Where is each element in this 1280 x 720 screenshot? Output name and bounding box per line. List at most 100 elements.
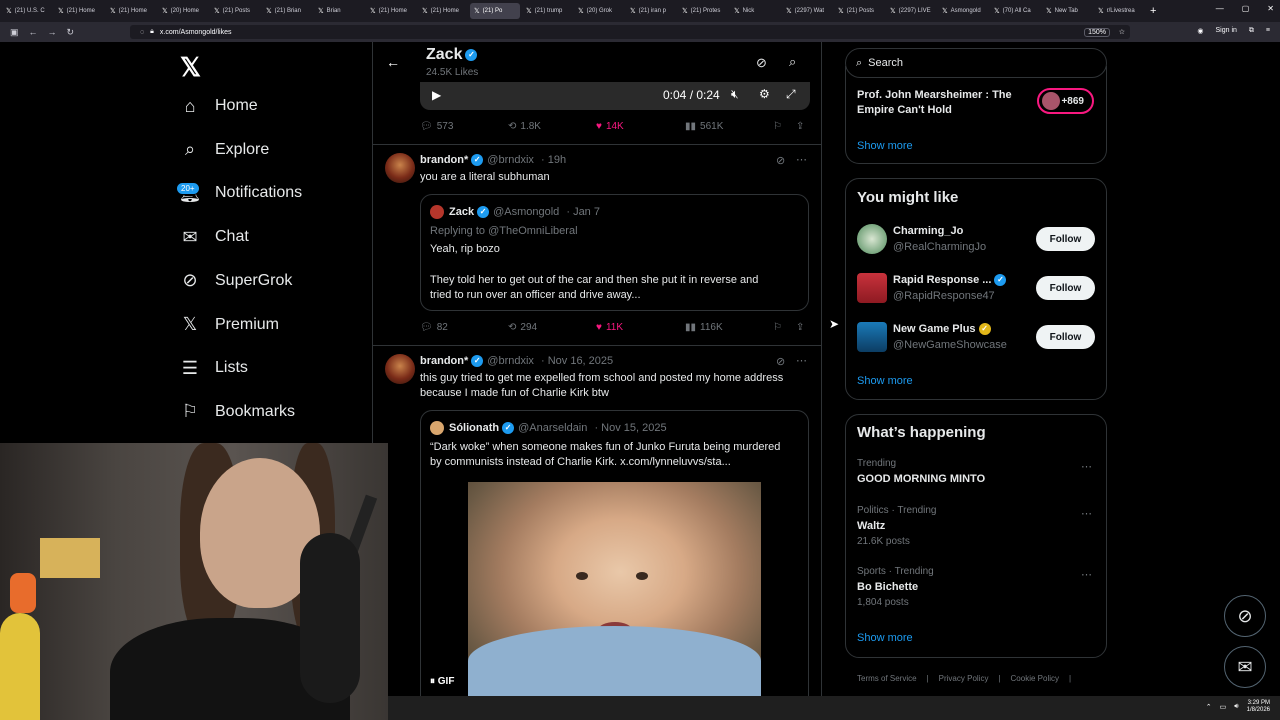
repost-button[interactable]: ⟲ 1.8K <box>508 121 541 132</box>
avatar[interactable] <box>857 273 887 303</box>
follow-button[interactable]: Follow <box>1036 325 1095 349</box>
browser-tab[interactable]: 𝕏 Brian <box>314 3 364 19</box>
grok-icon[interactable]: ⊘ <box>776 154 785 167</box>
video-player[interactable]: ▶ 0:04 / 0:24 🔇︎ ⚙ ⤢ <box>420 82 810 110</box>
like-button[interactable]: ♥ 11K <box>596 322 623 333</box>
system-clock[interactable]: 3:29 PM 1/8/2026 <box>1247 700 1270 714</box>
avatar[interactable] <box>385 153 415 183</box>
new-tab-button[interactable]: + <box>1150 5 1156 17</box>
browser-tab[interactable]: 𝕏 (21) U.S. C <box>2 3 52 19</box>
reply-button[interactable]: 💬︎ 82 <box>420 322 448 333</box>
footer-link[interactable]: Cookie Policy <box>1011 674 1059 683</box>
trend-name[interactable]: Waltz <box>857 520 885 532</box>
network-icon[interactable]: ▭ <box>1220 703 1227 711</box>
footer-link[interactable]: Privacy Policy <box>939 674 989 683</box>
space-listeners-pill[interactable]: +869 <box>1037 88 1094 114</box>
avatar[interactable] <box>857 224 887 254</box>
volume-icon[interactable]: 🔊︎ <box>1234 703 1238 711</box>
sidebar-toggle-icon[interactable]: ▣ <box>10 27 19 38</box>
pause-icon[interactable]: ⏸ <box>430 676 435 687</box>
back-arrow-icon[interactable]: ← <box>386 54 400 70</box>
tweet-time[interactable]: · 19h <box>541 154 566 166</box>
repost-button[interactable]: ⟲ 294 <box>508 322 537 333</box>
suggestion-name[interactable]: New Game Plus ✓ <box>893 323 991 336</box>
nav-item-bookmarks[interactable]: ⚐ Bookmarks <box>180 401 295 422</box>
avatar[interactable] <box>857 322 887 352</box>
space-title[interactable]: Prof. John Mearsheimer : The Empire Can'… <box>857 88 1032 118</box>
browser-tab[interactable]: 𝕏 (20) Home <box>158 3 208 19</box>
more-icon[interactable]: ⋯ <box>1081 507 1092 520</box>
browser-tab[interactable]: 𝕏 (21) trump <box>522 3 572 19</box>
browser-tab[interactable]: 𝕏 (21) Home <box>366 3 416 19</box>
fullscreen-icon[interactable]: ⤢ <box>786 87 796 102</box>
sign-in-button[interactable]: Sign in <box>1216 27 1237 35</box>
show-more-link[interactable]: Show more <box>857 140 913 152</box>
grok-fab-icon[interactable]: ⊘ <box>1224 595 1266 637</box>
more-icon[interactable]: ⋯ <box>1081 568 1092 581</box>
browser-tab[interactable]: 𝕏r/Livestrea <box>1094 3 1144 19</box>
more-icon[interactable]: ⋯ <box>796 354 807 367</box>
tweet-time[interactable]: · Nov 16, 2025 <box>541 355 613 367</box>
more-icon[interactable]: ⋯ <box>1081 460 1092 473</box>
follow-button[interactable]: Follow <box>1036 276 1095 300</box>
browser-tab[interactable]: 𝕏 (70) All Ca <box>990 3 1040 19</box>
grok-icon[interactable]: ⊘ <box>756 55 767 71</box>
play-icon[interactable]: ▶ <box>432 88 441 102</box>
browser-tab[interactable]: 𝕏 Nick <box>730 3 780 19</box>
messages-fab-icon[interactable]: ✉ <box>1224 646 1266 688</box>
browser-tab[interactable]: 𝕏 (20) Grok <box>574 3 624 19</box>
menu-icon[interactable]: ≡ <box>1266 27 1270 35</box>
minimize-icon[interactable]: — <box>1216 4 1224 13</box>
url-bar[interactable]: ◌ 🔒︎ x.com/Asmongold/likes 150% ☆ <box>130 25 1130 39</box>
like-button[interactable]: ♥ 14K <box>596 121 624 132</box>
bookmark-icon[interactable]: ⚐ <box>773 322 782 333</box>
nav-item-explore[interactable]: ⌕ Explore <box>180 139 269 160</box>
zoom-level[interactable]: 150% <box>1084 27 1110 37</box>
search-icon[interactable]: ⌕ <box>789 54 796 70</box>
browser-tab[interactable]: 𝕏 (21) Protes <box>678 3 728 19</box>
show-more-link[interactable]: Show more <box>857 375 913 387</box>
views-button[interactable]: ▮▮ 561K <box>685 121 723 132</box>
browser-tab[interactable]: 𝕏 (21) Brian <box>262 3 312 19</box>
browser-tab[interactable]: 𝕏 (2297) Wat <box>782 3 832 19</box>
settings-icon[interactable]: ⚙ <box>759 87 770 101</box>
browser-tab[interactable]: 𝕏 (2297) LIVE <box>886 3 936 19</box>
reload-icon[interactable]: ↻ <box>67 27 75 38</box>
share-icon[interactable]: ⇪ <box>796 322 804 333</box>
browser-tab[interactable]: 𝕏 New Tab <box>1042 3 1092 19</box>
browser-tab[interactable]: 𝕏 (21) Home <box>418 3 468 19</box>
browser-tab[interactable]: 𝕏 Asmongold <box>938 3 988 19</box>
gif-controls[interactable]: ⏸ GIF <box>430 676 454 687</box>
views-button[interactable]: ▮▮ 116K <box>685 322 723 333</box>
browser-tab[interactable]: 𝕏 (21) Po <box>470 3 520 19</box>
browser-tab[interactable]: 𝕏 (21) Home <box>106 3 156 19</box>
avatar[interactable] <box>385 354 415 384</box>
close-icon[interactable]: ✕ <box>1267 4 1274 13</box>
nav-item-lists[interactable]: ☰ Lists <box>180 358 248 378</box>
footer-link[interactable]: Terms of Service <box>857 674 917 683</box>
bookmark-icon[interactable]: ⚐ <box>773 121 782 132</box>
show-more-link[interactable]: Show more <box>857 632 913 644</box>
back-icon[interactable]: ← <box>29 27 38 37</box>
x-logo-icon[interactable]: 𝕏 <box>180 52 201 83</box>
tweet-author[interactable]: brandon* ✓ @brndxix · 19h <box>420 154 566 167</box>
extensions-icon[interactable]: ⧉ <box>1249 27 1254 35</box>
suggestion-name[interactable]: Rapid Response ... ✓ <box>893 274 1007 287</box>
tweet-author[interactable]: brandon* ✓ @brndxix · Nov 16, 2025 <box>420 355 613 368</box>
gif-media[interactable] <box>468 482 761 696</box>
trend-name[interactable]: Bo Bichette <box>857 581 918 593</box>
suggestion-name[interactable]: Charming_Jo <box>893 225 963 237</box>
reply-button[interactable]: 💬︎ 573 <box>420 121 453 132</box>
mute-icon[interactable]: 🔇︎ <box>731 87 739 102</box>
nav-item-home[interactable]: ⌂ Home <box>180 96 258 116</box>
follow-button[interactable]: Follow <box>1036 227 1095 251</box>
nav-item-premium[interactable]: 𝕏 Premium <box>180 314 279 335</box>
browser-tab[interactable]: 𝕏 (21) iran p <box>626 3 676 19</box>
star-icon[interactable]: ☆ <box>1119 28 1125 36</box>
browser-tab[interactable]: 𝕏 (21) Home <box>54 3 104 19</box>
trend-name[interactable]: GOOD MORNING MINTO <box>857 473 985 485</box>
grok-icon[interactable]: ⊘ <box>776 355 785 368</box>
browser-tab[interactable]: 𝕏 (21) Posts <box>210 3 260 19</box>
nav-item-supergrok[interactable]: ⊘ SuperGrok <box>180 270 292 291</box>
share-icon[interactable]: ⇪ <box>796 121 804 132</box>
